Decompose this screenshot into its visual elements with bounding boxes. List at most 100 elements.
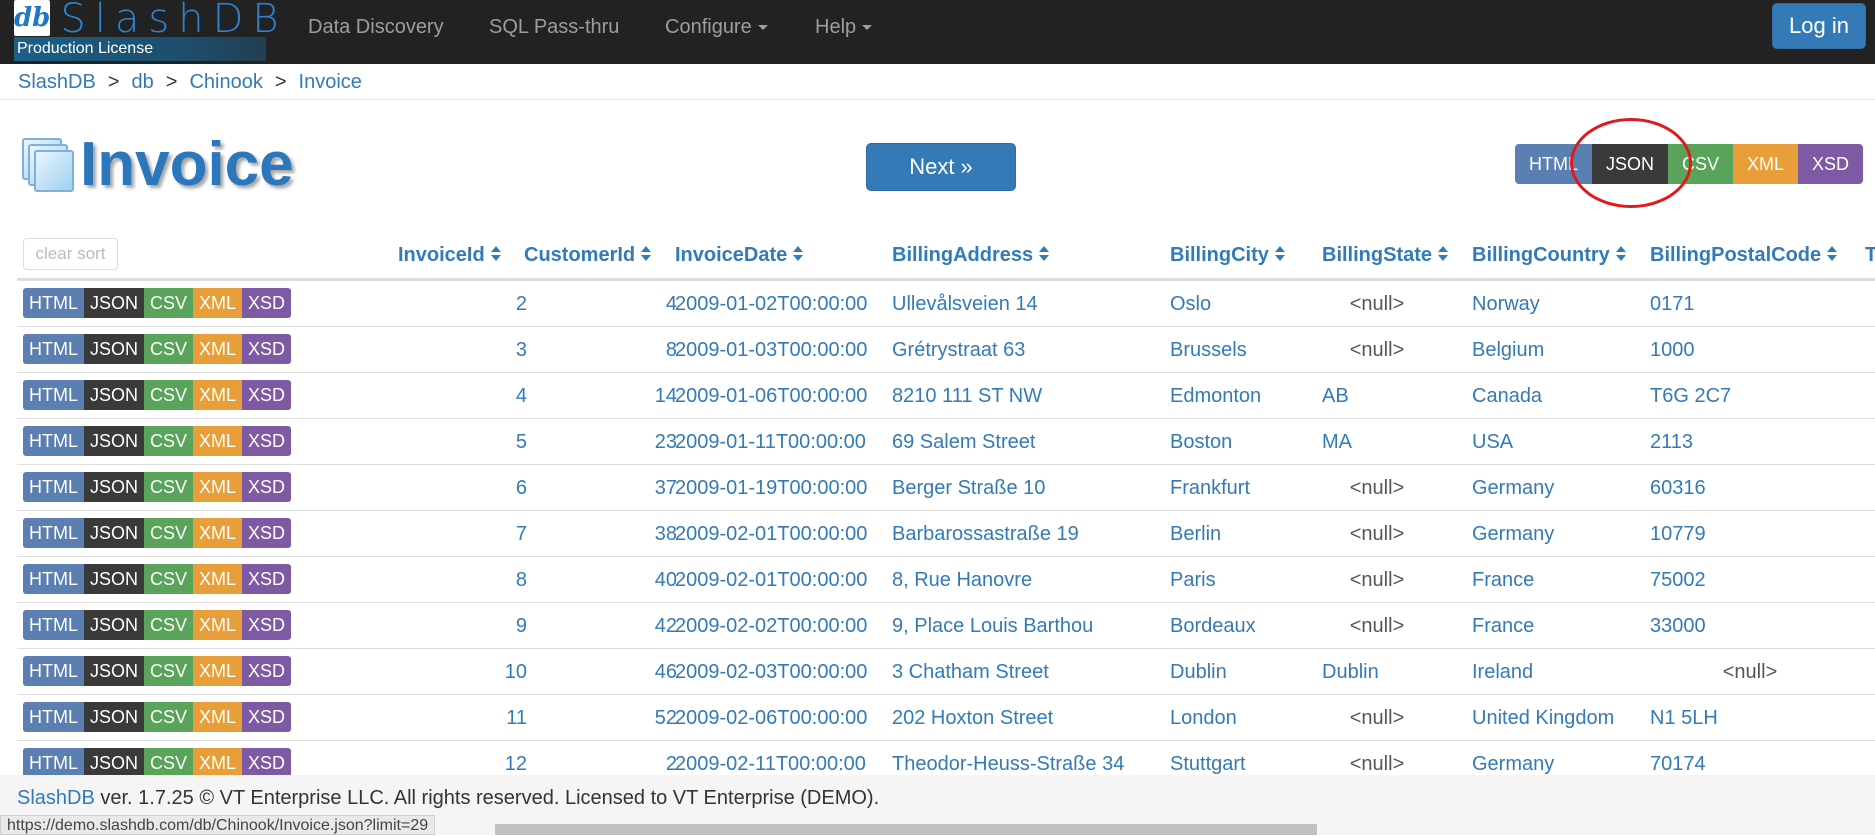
row-format-xsd-button[interactable]: XSD: [242, 564, 292, 594]
cell-billingcity[interactable]: Oslo: [1170, 281, 1320, 327]
cell-billingpostalcode[interactable]: 33000: [1650, 603, 1850, 649]
cell-invoiceid[interactable]: 5: [397, 419, 527, 465]
row-format-html-button[interactable]: HTML: [23, 610, 84, 640]
row-format-html-button[interactable]: HTML: [23, 564, 84, 594]
cell-customerid[interactable]: 8: [527, 327, 677, 373]
column-header-truncated[interactable]: T: [1865, 242, 1875, 268]
breadcrumb-db[interactable]: db: [132, 71, 154, 93]
cell-invoiceid[interactable]: 4: [397, 373, 527, 419]
cell-invoiceid[interactable]: 10: [397, 649, 527, 695]
row-format-xml-button[interactable]: XML: [193, 426, 243, 456]
cell-billingcountry[interactable]: USA: [1472, 419, 1650, 465]
row-format-xsd-button[interactable]: XSD: [242, 518, 292, 548]
row-format-xsd-button[interactable]: XSD: [242, 610, 292, 640]
cell-billingpostalcode[interactable]: N1 5LH: [1650, 695, 1850, 741]
row-format-xsd-button[interactable]: XSD: [242, 748, 292, 778]
cell-billingcity[interactable]: London: [1170, 695, 1320, 741]
cell-invoicedate[interactable]: 2009-02-06T00:00:00: [675, 695, 895, 741]
cell-customerid[interactable]: 38: [527, 511, 677, 557]
row-format-xml-button[interactable]: XML: [193, 288, 243, 318]
row-format-csv-button[interactable]: CSV: [144, 748, 194, 778]
row-format-json-button[interactable]: JSON: [84, 334, 145, 364]
footer-slashdb-link[interactable]: SlashDB: [17, 787, 95, 809]
row-format-xsd-button[interactable]: XSD: [242, 288, 292, 318]
column-header-billingcity[interactable]: BillingCity: [1170, 242, 1285, 268]
row-format-xsd-button[interactable]: XSD: [242, 702, 292, 732]
cell-invoiceid[interactable]: 9: [397, 603, 527, 649]
row-format-html-button[interactable]: HTML: [23, 656, 84, 686]
cell-billingpostalcode[interactable]: 0171: [1650, 281, 1850, 327]
clear-sort-button[interactable]: clear sort: [23, 238, 118, 270]
row-format-json-button[interactable]: JSON: [84, 656, 145, 686]
cell-invoicedate[interactable]: 2009-01-06T00:00:00: [675, 373, 895, 419]
cell-invoiceid[interactable]: 8: [397, 557, 527, 603]
row-format-xml-button[interactable]: XML: [193, 702, 243, 732]
cell-billingaddress[interactable]: 69 Salem Street: [892, 419, 1172, 465]
cell-billingpostalcode[interactable]: 1000: [1650, 327, 1850, 373]
cell-billingaddress[interactable]: Grétrystraat 63: [892, 327, 1172, 373]
row-format-xsd-button[interactable]: XSD: [242, 656, 292, 686]
cell-customerid[interactable]: 23: [527, 419, 677, 465]
cell-invoicedate[interactable]: 2009-01-02T00:00:00: [675, 281, 895, 327]
cell-billingaddress[interactable]: Barbarossastraße 19: [892, 511, 1172, 557]
cell-invoicedate[interactable]: 2009-01-11T00:00:00: [675, 419, 895, 465]
cell-billingaddress[interactable]: 9, Place Louis Barthou: [892, 603, 1172, 649]
row-format-xsd-button[interactable]: XSD: [242, 334, 292, 364]
cell-billingcountry[interactable]: Germany: [1472, 465, 1650, 511]
cell-billingaddress[interactable]: Ullevålsveien 14: [892, 281, 1172, 327]
cell-billingcountry[interactable]: Ireland: [1472, 649, 1650, 695]
cell-billingcity[interactable]: Boston: [1170, 419, 1320, 465]
row-format-html-button[interactable]: HTML: [23, 748, 84, 778]
column-header-billingpostalcode[interactable]: BillingPostalCode: [1650, 242, 1838, 268]
row-format-json-button[interactable]: JSON: [84, 610, 145, 640]
breadcrumb-slashdb[interactable]: SlashDB: [18, 71, 96, 93]
cell-customerid[interactable]: 52: [527, 695, 677, 741]
row-format-csv-button[interactable]: CSV: [144, 564, 194, 594]
column-header-billingcountry[interactable]: BillingCountry: [1472, 242, 1626, 268]
row-format-xml-button[interactable]: XML: [193, 610, 243, 640]
row-format-xml-button[interactable]: XML: [193, 748, 243, 778]
row-format-csv-button[interactable]: CSV: [144, 380, 194, 410]
cell-customerid[interactable]: 40: [527, 557, 677, 603]
column-header-billingaddress[interactable]: BillingAddress: [892, 242, 1050, 268]
row-format-html-button[interactable]: HTML: [23, 702, 84, 732]
nav-help[interactable]: Help: [815, 0, 873, 54]
row-format-xml-button[interactable]: XML: [193, 656, 243, 686]
column-header-customerid[interactable]: CustomerId: [524, 242, 652, 268]
cell-billingpostalcode[interactable]: 10779: [1650, 511, 1850, 557]
login-button[interactable]: Log in: [1772, 3, 1866, 49]
cell-billingcity[interactable]: Brussels: [1170, 327, 1320, 373]
row-format-html-button[interactable]: HTML: [23, 518, 84, 548]
cell-invoicedate[interactable]: 2009-02-03T00:00:00: [675, 649, 895, 695]
cell-billingcountry[interactable]: Germany: [1472, 511, 1650, 557]
row-format-xsd-button[interactable]: XSD: [242, 472, 292, 502]
row-format-xsd-button[interactable]: XSD: [242, 426, 292, 456]
row-format-csv-button[interactable]: CSV: [144, 426, 194, 456]
row-format-xml-button[interactable]: XML: [193, 334, 243, 364]
cell-invoicedate[interactable]: 2009-02-01T00:00:00: [675, 557, 895, 603]
row-format-json-button[interactable]: JSON: [84, 380, 145, 410]
cell-billingaddress[interactable]: 8, Rue Hanovre: [892, 557, 1172, 603]
row-format-xml-button[interactable]: XML: [193, 518, 243, 548]
nav-sql-pass-thru[interactable]: SQL Pass-thru: [489, 0, 619, 54]
row-format-xsd-button[interactable]: XSD: [242, 380, 292, 410]
cell-billingstate[interactable]: AB: [1322, 373, 1472, 419]
row-format-csv-button[interactable]: CSV: [144, 334, 194, 364]
row-format-json-button[interactable]: JSON: [84, 472, 145, 502]
horizontal-scrollbar[interactable]: [495, 824, 1317, 835]
cell-billingcountry[interactable]: Norway: [1472, 281, 1650, 327]
breadcrumb-chinook[interactable]: Chinook: [189, 71, 262, 93]
cell-billingaddress[interactable]: Berger Straße 10: [892, 465, 1172, 511]
row-format-csv-button[interactable]: CSV: [144, 288, 194, 318]
cell-invoicedate[interactable]: 2009-02-02T00:00:00: [675, 603, 895, 649]
cell-billingcity[interactable]: Bordeaux: [1170, 603, 1320, 649]
cell-customerid[interactable]: 37: [527, 465, 677, 511]
cell-billingcity[interactable]: Paris: [1170, 557, 1320, 603]
cell-billingaddress[interactable]: 3 Chatham Street: [892, 649, 1172, 695]
row-format-html-button[interactable]: HTML: [23, 334, 84, 364]
cell-billingcountry[interactable]: France: [1472, 603, 1650, 649]
row-format-html-button[interactable]: HTML: [23, 426, 84, 456]
row-format-json-button[interactable]: JSON: [84, 288, 145, 318]
row-format-html-button[interactable]: HTML: [23, 380, 84, 410]
cell-billingcountry[interactable]: France: [1472, 557, 1650, 603]
